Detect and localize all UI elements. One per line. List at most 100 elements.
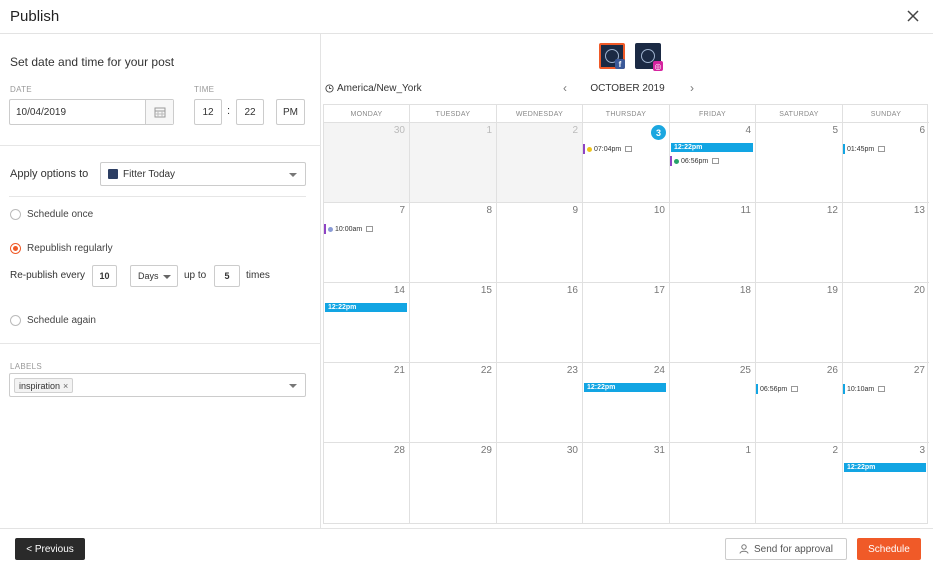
- recurring-post-bar[interactable]: 12:22pm: [844, 463, 926, 472]
- calendar-day[interactable]: 12: [756, 203, 843, 283]
- post-time: 06:56pm: [760, 385, 788, 393]
- calendar-picker-button[interactable]: [145, 100, 173, 124]
- calendar-day[interactable]: 3 12:22pm: [843, 443, 929, 523]
- day-number: 18: [739, 285, 751, 296]
- dialog-footer: < Previous Send for approval Schedule: [0, 528, 933, 568]
- calendar-day[interactable]: 14 12:22pm: [324, 283, 410, 363]
- calendar-day[interactable]: 16: [497, 283, 583, 363]
- previous-button[interactable]: < Previous: [15, 538, 85, 560]
- scheduled-post[interactable]: 01:45pm: [843, 144, 886, 154]
- date-label: DATE: [10, 85, 32, 94]
- calendar-day[interactable]: 10: [583, 203, 670, 283]
- calendar-day[interactable]: 28: [324, 443, 410, 523]
- calendar-day[interactable]: 31: [583, 443, 670, 523]
- calendar-day[interactable]: 9: [497, 203, 583, 283]
- calendar-day[interactable]: 23: [497, 363, 583, 443]
- month-calendar: MONDAY TUESDAY WEDNESDAY THURSDAY FRIDAY…: [323, 104, 929, 524]
- calendar-day[interactable]: 30: [497, 443, 583, 523]
- day-number: 22: [480, 365, 492, 376]
- calendar-day[interactable]: 11: [670, 203, 756, 283]
- recurring-post-bar[interactable]: 12:22pm: [671, 143, 753, 152]
- calendar-day[interactable]: 20: [843, 283, 929, 363]
- calendar-day[interactable]: 17: [583, 283, 670, 363]
- calendar-day[interactable]: 21: [324, 363, 410, 443]
- schedule-again-option[interactable]: Schedule again: [10, 313, 96, 327]
- schedule-once-option[interactable]: Schedule once: [10, 207, 93, 221]
- day-number: 20: [913, 285, 925, 296]
- calendar-day[interactable]: 24 12:22pm: [583, 363, 670, 443]
- calendar-day[interactable]: 29: [410, 443, 497, 523]
- calendar-day[interactable]: 5: [756, 123, 843, 203]
- calendar-day[interactable]: 25: [670, 363, 756, 443]
- day-number: 5: [832, 125, 838, 136]
- status-dot: [674, 158, 679, 164]
- calendar-day[interactable]: 13: [843, 203, 929, 283]
- image-icon: [712, 158, 720, 164]
- calendar-day[interactable]: 26 06:56pm: [756, 363, 843, 443]
- recurring-post-bar[interactable]: 12:22pm: [325, 303, 407, 312]
- date-input[interactable]: 10/04/2019: [9, 99, 174, 125]
- next-month-button[interactable]: ›: [690, 81, 694, 95]
- radio-checked-icon: [10, 242, 21, 254]
- remove-tag-icon[interactable]: ×: [63, 381, 68, 391]
- republish-regularly-option[interactable]: Republish regularly: [10, 241, 113, 255]
- chevron-down-icon: [289, 173, 297, 177]
- republish-unit-select[interactable]: Days: [130, 265, 178, 287]
- instagram-account-avatar[interactable]: ◎: [635, 43, 663, 71]
- scheduled-post[interactable]: 10:10am: [843, 384, 886, 394]
- account-logo-icon: [108, 169, 118, 179]
- day-number: 30: [393, 125, 405, 136]
- calendar-day[interactable]: 27 10:10am: [843, 363, 929, 443]
- day-number: 21: [393, 365, 405, 376]
- scheduled-post[interactable]: 06:56pm: [756, 384, 799, 394]
- calendar-day[interactable]: 7 10:00am: [324, 203, 410, 283]
- scheduled-post[interactable]: 10:00am: [324, 224, 374, 234]
- republish-interval-input[interactable]: 10: [92, 265, 117, 287]
- close-icon[interactable]: [905, 8, 921, 24]
- time-label: TIME: [194, 85, 215, 94]
- month-title: OCTOBER 2019: [590, 83, 665, 94]
- ampm-toggle[interactable]: PM: [276, 99, 305, 125]
- calendar-day-today[interactable]: 3 07:04pm: [583, 123, 670, 203]
- calendar-day[interactable]: 1: [670, 443, 756, 523]
- day-number: 9: [572, 205, 578, 216]
- republish-times-input[interactable]: 5: [214, 265, 240, 287]
- calendar-day[interactable]: 19: [756, 283, 843, 363]
- radio-unchecked-icon: [10, 208, 21, 220]
- recurring-post-bar[interactable]: 12:22pm: [584, 383, 666, 392]
- facebook-account-avatar[interactable]: f: [599, 43, 625, 69]
- calendar-day[interactable]: 4 12:22pm 06:56pm: [670, 123, 756, 203]
- labels-input[interactable]: inspiration ×: [9, 373, 306, 397]
- calendar-day[interactable]: 22: [410, 363, 497, 443]
- day-number: 10: [653, 205, 665, 216]
- image-icon: [366, 226, 374, 232]
- day-number: 7: [399, 205, 405, 216]
- day-number: 2: [832, 445, 838, 456]
- day-number: 11: [740, 205, 751, 216]
- calendar-day[interactable]: 8: [410, 203, 497, 283]
- time-separator: :: [227, 105, 231, 117]
- scheduled-post[interactable]: 07:04pm: [583, 144, 633, 154]
- hour-input[interactable]: 12: [194, 99, 222, 125]
- scheduled-post[interactable]: 06:56pm: [670, 156, 720, 166]
- send-for-approval-button[interactable]: Send for approval: [725, 538, 847, 560]
- post-time: 01:45pm: [847, 145, 875, 153]
- calendar-day[interactable]: 30: [324, 123, 410, 203]
- schedule-button[interactable]: Schedule: [857, 538, 921, 560]
- calendar-day[interactable]: 15: [410, 283, 497, 363]
- republish-regularly-label: Republish regularly: [27, 242, 113, 254]
- image-icon: [791, 386, 799, 392]
- post-time: 06:56pm: [681, 157, 709, 165]
- republish-every-label: Re-publish every: [10, 270, 86, 281]
- apply-options-select[interactable]: Fitter Today: [100, 162, 306, 186]
- image-icon: [878, 386, 886, 392]
- image-icon: [878, 146, 886, 152]
- calendar-day[interactable]: 2: [497, 123, 583, 203]
- calendar-day[interactable]: 18: [670, 283, 756, 363]
- republish-upto-label: up to: [184, 270, 207, 281]
- calendar-day[interactable]: 1: [410, 123, 497, 203]
- channel-strip: [843, 384, 845, 394]
- calendar-day[interactable]: 6 01:45pm: [843, 123, 929, 203]
- minute-input[interactable]: 22: [236, 99, 264, 125]
- calendar-day[interactable]: 2: [756, 443, 843, 523]
